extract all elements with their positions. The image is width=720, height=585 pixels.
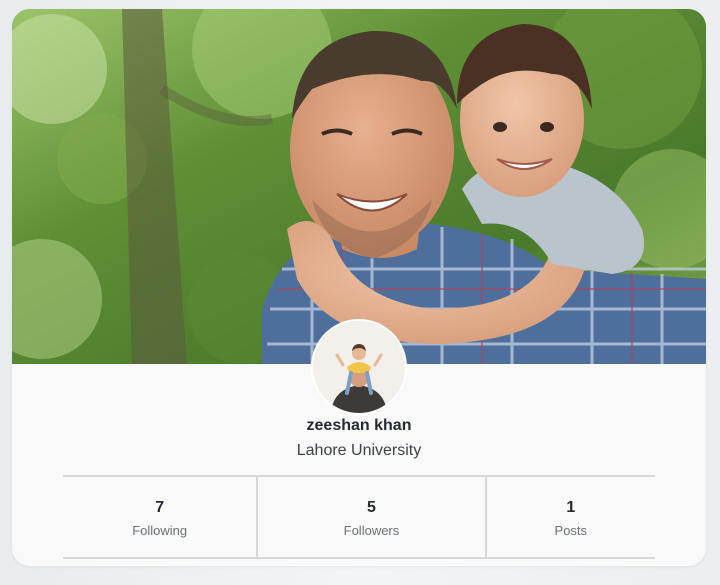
stat-followers-label: Followers — [343, 523, 400, 538]
stat-followers-value: 5 — [367, 499, 376, 516]
stats-bar: 7 Following 5 Followers 1 Posts — [63, 475, 655, 559]
stat-posts-label: Posts — [554, 523, 588, 538]
cover-photo — [12, 9, 706, 364]
profile-name: zeeshan khan — [306, 417, 412, 434]
stat-following-value: 7 — [155, 499, 165, 516]
stat-following-label: Following — [132, 523, 188, 538]
stat-posts[interactable]: 1 Posts — [487, 477, 655, 557]
avatar[interactable] — [313, 321, 405, 413]
stat-followers[interactable]: 5 Followers — [256, 477, 487, 557]
stat-following[interactable]: 7 Following — [63, 477, 256, 557]
stat-posts-value: 1 — [566, 499, 576, 516]
profile-card: zeeshan khan Lahore University 7 Followi… — [12, 9, 706, 566]
profile-affiliation: Lahore University — [296, 442, 422, 459]
page: zeeshan khan Lahore University 7 Followi… — [0, 0, 720, 585]
